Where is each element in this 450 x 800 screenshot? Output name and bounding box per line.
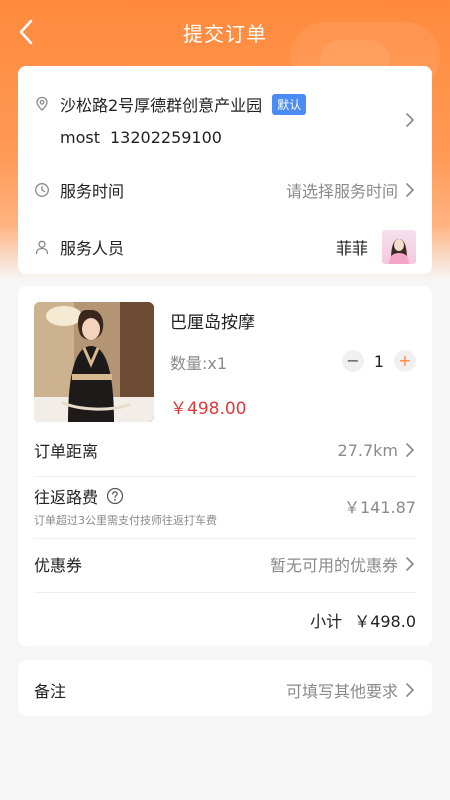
decrease-button[interactable]: − xyxy=(342,350,364,372)
help-icon[interactable] xyxy=(106,487,124,505)
address-card: 沙松路2号厚德群创意产业园 默认 most 13202259100 服务时间 请… xyxy=(18,66,432,274)
divider xyxy=(34,476,416,477)
remark-input[interactable]: 可填写其他要求 xyxy=(286,678,416,702)
round-trip-fare-value: ￥141.87 xyxy=(344,498,416,517)
product-name: 巴厘岛按摩 xyxy=(170,313,255,333)
order-distance-row[interactable]: 订单距离 27.7km xyxy=(34,438,416,462)
coupon-text: 暂无可用的优惠券 xyxy=(269,556,398,575)
navbar: 提交订单 xyxy=(0,0,450,64)
address-text: 沙松路2号厚德群创意产业园 xyxy=(60,96,263,115)
order-distance-value[interactable]: 27.7km xyxy=(338,441,416,460)
service-time-row[interactable]: 服务时间 请选择服务时间 xyxy=(34,178,416,202)
round-trip-fare-row: 往返路费 订单超过3公里需支付技师往返打车费 ￥141.87 xyxy=(34,484,416,528)
subtotal-label: 小计 xyxy=(310,612,343,631)
remark-card: 备注 可填写其他要求 xyxy=(18,660,432,716)
address-row[interactable]: 沙松路2号厚德群创意产业园 默认 xyxy=(34,92,416,116)
divider xyxy=(34,538,416,539)
order-distance-text: 27.7km xyxy=(337,440,398,460)
round-trip-fare-label: 往返路费 xyxy=(34,488,99,507)
quantity-stepper: − 1 + xyxy=(342,350,416,372)
clock-icon xyxy=(34,182,50,198)
remark-row[interactable]: 备注 可填写其他要求 xyxy=(34,678,416,702)
subtotal-value: ￥498.0 xyxy=(354,612,416,631)
person-icon xyxy=(34,239,50,255)
product-image xyxy=(34,302,154,422)
service-time-label: 服务时间 xyxy=(60,182,125,201)
service-staff-label: 服务人员 xyxy=(60,239,125,258)
subtotal-row: 小计 ￥498.0 xyxy=(34,608,416,632)
staff-avatar[interactable] xyxy=(382,230,416,264)
coupon-row[interactable]: 优惠券 暂无可用的优惠券 xyxy=(34,552,416,576)
location-pin-icon xyxy=(34,96,50,112)
chevron-left-icon xyxy=(19,19,33,45)
service-staff-row[interactable]: 服务人员 菲菲 xyxy=(34,230,416,264)
round-trip-fare-note: 订单超过3公里需支付技师往返打车费 xyxy=(34,514,217,527)
order-card: 巴厘岛按摩 数量:x1 ￥498.00 − 1 + 订单距离 27.7km 往返… xyxy=(18,286,432,646)
contact-info: most 13202259100 xyxy=(60,128,416,147)
back-button[interactable] xyxy=(12,16,40,48)
remark-placeholder: 可填写其他要求 xyxy=(285,682,398,701)
chevron-right-icon[interactable] xyxy=(404,112,416,128)
divider xyxy=(34,592,416,593)
service-time-value[interactable]: 请选择服务时间 xyxy=(286,178,416,202)
chevron-right-icon xyxy=(404,442,416,458)
coupon-label: 优惠券 xyxy=(34,556,83,575)
contact-name: most xyxy=(60,128,100,147)
quantity-value[interactable]: 1 xyxy=(364,352,394,371)
quantity-label: 数量:x1 xyxy=(170,354,228,373)
remark-label: 备注 xyxy=(34,682,67,701)
increase-button[interactable]: + xyxy=(394,350,416,372)
chevron-right-icon xyxy=(404,556,416,572)
default-badge: 默认 xyxy=(272,93,307,115)
order-distance-label: 订单距离 xyxy=(34,442,99,461)
staff-name: 菲菲 xyxy=(335,239,368,258)
chevron-right-icon xyxy=(404,682,416,698)
product-price: ￥498.00 xyxy=(170,399,247,419)
page-title: 提交订单 xyxy=(183,21,267,46)
contact-phone: 13202259100 xyxy=(109,128,222,147)
coupon-value[interactable]: 暂无可用的优惠券 xyxy=(270,552,416,576)
service-time-placeholder: 请选择服务时间 xyxy=(285,182,398,201)
chevron-right-icon xyxy=(404,182,416,198)
